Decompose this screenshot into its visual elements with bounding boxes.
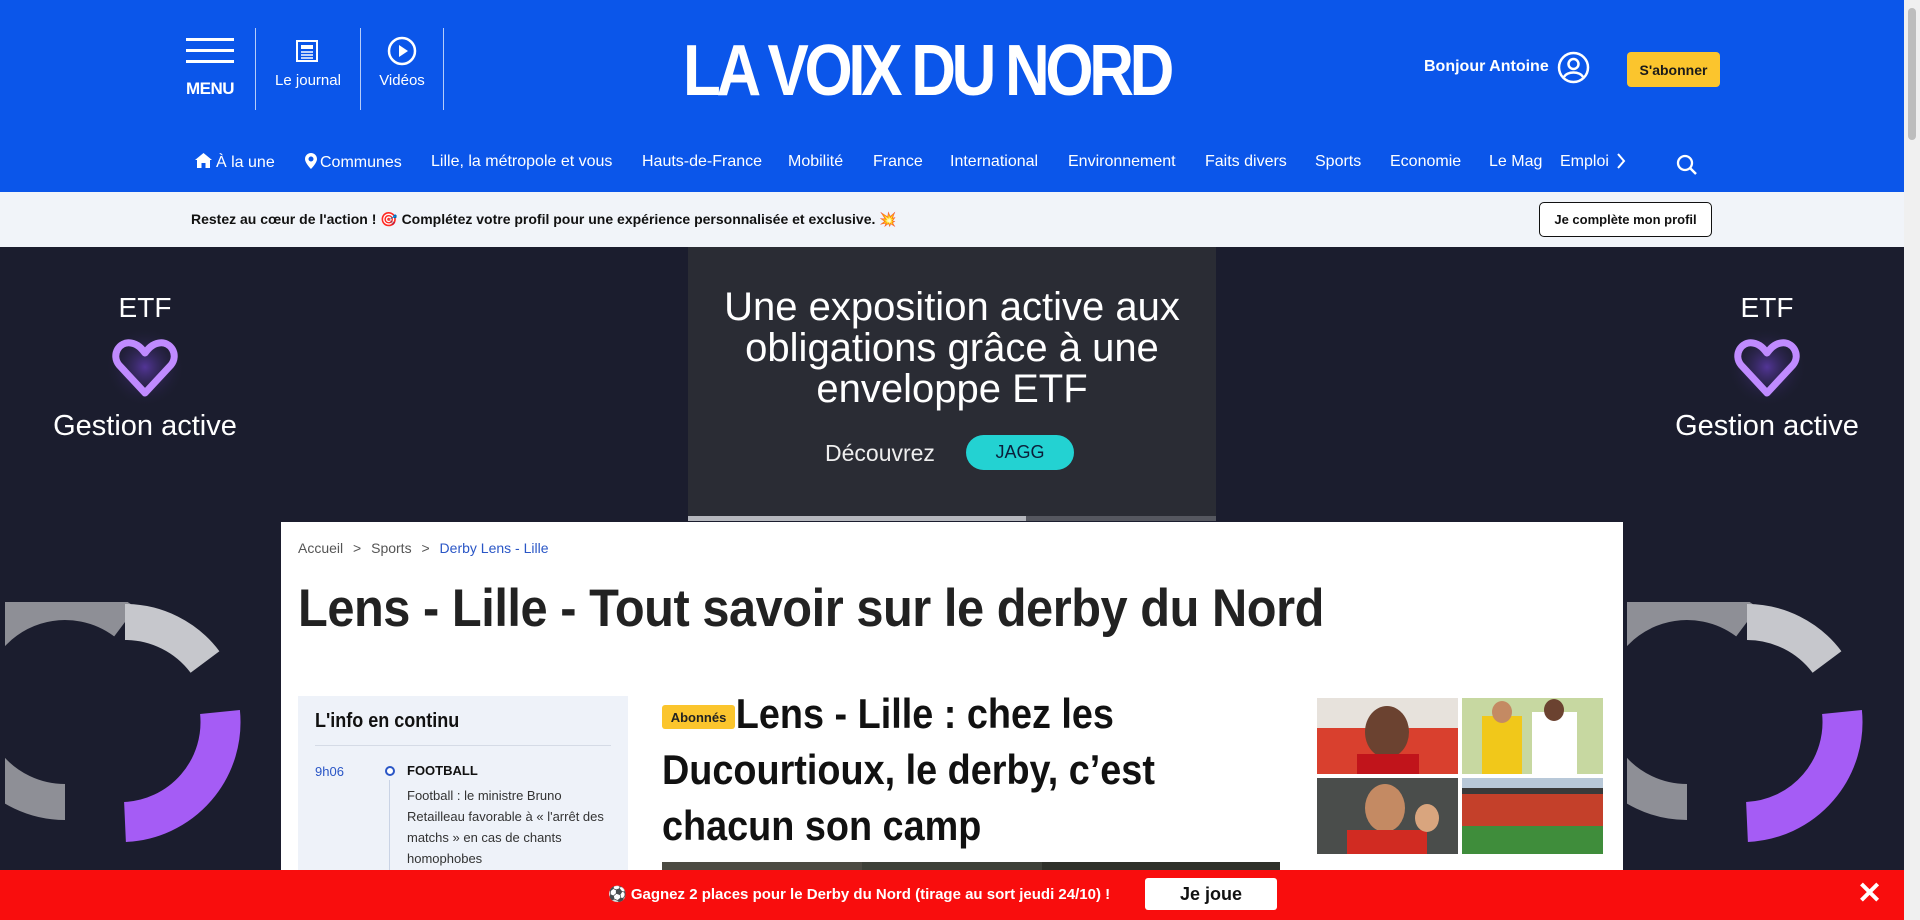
thumbnail-player-smiling[interactable]	[1317, 698, 1458, 774]
nav-item-label: Communes	[320, 154, 402, 171]
ad-banner-headline: Une exposition active aux obligations gr…	[724, 285, 1180, 411]
nav-item-faits-divers[interactable]: Faits divers	[1205, 153, 1287, 171]
close-icon[interactable]: ✕	[1857, 876, 1882, 911]
search-icon[interactable]	[1675, 153, 1699, 177]
nav-item-label: À la une	[216, 154, 275, 171]
hamburger-bar	[186, 60, 234, 63]
breadcrumb-current[interactable]: Derby Lens - Lille	[440, 540, 549, 556]
hamburger-bar	[186, 49, 234, 52]
thumbnail-player-applauding[interactable]	[1317, 778, 1458, 854]
user-account-icon[interactable]	[1557, 51, 1590, 84]
ad-progress-fill	[688, 516, 1026, 521]
ad-etf-label: ETF	[1740, 292, 1794, 323]
news-category: FOOTBALL	[407, 763, 478, 778]
right-ad[interactable]: ETF Gestion active	[1622, 247, 1912, 887]
ad-gestion-label: Gestion active	[53, 410, 237, 442]
nav-item-international[interactable]: International	[950, 153, 1038, 171]
divider	[360, 28, 361, 110]
live-news-title: L'info en continu	[315, 710, 460, 732]
play-button[interactable]: Je joue	[1145, 878, 1277, 910]
divider	[255, 28, 256, 110]
header-top: MENU Le journal Vidéos LA VOIX DU NORD B…	[0, 0, 1904, 135]
menu-button[interactable]: MENU	[186, 38, 236, 98]
ad-banner-cta[interactable]: JAGG	[966, 435, 1074, 470]
breadcrumb: Accueil > Sports > Derby Lens - Lille	[298, 540, 554, 556]
main-content: Accueil > Sports > Derby Lens - Lille Le…	[281, 522, 1623, 920]
scrollbar-thumb[interactable]	[1908, 8, 1916, 140]
ad-gestion-label: Gestion active	[1675, 410, 1859, 442]
page-title: Lens - Lille - Tout savoir sur le derby …	[298, 579, 1324, 638]
nav-scroll-right-icon[interactable]	[1616, 153, 1626, 174]
location-pin-icon	[305, 153, 317, 169]
videos-label: Vidéos	[379, 72, 425, 89]
breadcrumb-home[interactable]: Accueil	[298, 540, 343, 556]
nav-item-economie[interactable]: Economie	[1390, 153, 1461, 171]
site-logo[interactable]: LA VOIX DU NORD	[683, 28, 1174, 114]
nav-item-hauts-de-france[interactable]: Hauts-de-France	[642, 153, 762, 171]
thumbnail-grid	[1317, 698, 1603, 854]
nav-item-mobilite[interactable]: Mobilité	[788, 153, 843, 171]
journal-label: Le journal	[275, 72, 341, 89]
ad-ring-graphic	[5, 602, 241, 842]
nav-item-communes[interactable]: Communes	[305, 153, 402, 172]
nav-item-environnement[interactable]: Environnement	[1068, 153, 1176, 171]
journal-link[interactable]: Le journal	[271, 36, 345, 89]
site-header: MENU Le journal Vidéos LA VOIX DU NORD B…	[0, 0, 1904, 192]
main-nav: À la une Communes Lille, la métropole et…	[0, 135, 1904, 192]
timeline-dot	[385, 766, 395, 776]
ad-ring-graphic	[1627, 602, 1863, 842]
left-ad[interactable]: ETF Gestion active	[0, 247, 290, 887]
nav-item-home[interactable]: À la une	[195, 153, 275, 172]
divider	[315, 745, 611, 746]
ad-banner-discover: Découvrez	[825, 440, 935, 466]
promo-bar: ⚽ Gagnez 2 places pour le Derby du Nord …	[0, 870, 1904, 920]
play-icon	[387, 36, 417, 66]
breadcrumb-separator: >	[353, 540, 362, 556]
nav-item-france[interactable]: France	[873, 153, 923, 171]
nav-item-le-mag[interactable]: Le Mag	[1489, 153, 1542, 171]
hamburger-icon	[186, 38, 234, 41]
ad-etf-label: ETF	[118, 292, 172, 323]
nav-item-sports[interactable]: Sports	[1315, 153, 1361, 171]
heart-icon	[105, 327, 185, 407]
user-greeting[interactable]: Bonjour Antoine	[1424, 58, 1549, 76]
home-icon	[195, 153, 212, 168]
promo-message: ⚽ Gagnez 2 places pour le Derby du Nord …	[608, 886, 1111, 903]
breadcrumb-sports[interactable]: Sports	[371, 540, 411, 556]
profile-strip-text: Restez au cœur de l'action ! 🎯 Complétez…	[191, 211, 897, 227]
heart-icon	[1727, 327, 1807, 407]
ad-banner[interactable]: Une exposition active aux obligations gr…	[688, 247, 1216, 521]
subscribers-badge: Abonnés	[662, 705, 735, 729]
complete-profile-button[interactable]: Je complète mon profil	[1539, 202, 1712, 237]
scrollbar[interactable]	[1904, 0, 1920, 920]
subscribe-button[interactable]: S'abonner	[1627, 52, 1720, 87]
breadcrumb-separator: >	[421, 540, 430, 556]
nav-item-lille[interactable]: Lille, la métropole et vous	[431, 153, 612, 171]
thumbnail-match-action[interactable]	[1462, 698, 1603, 774]
thumbnail-stadium[interactable]	[1462, 778, 1603, 854]
news-time: 9h06	[315, 764, 344, 779]
profile-strip: Restez au cœur de l'action ! 🎯 Complétez…	[0, 192, 1904, 247]
news-item-link[interactable]: Football : le ministre Bruno Retailleau …	[407, 785, 617, 869]
newspaper-icon	[296, 40, 318, 62]
videos-link[interactable]: Vidéos	[373, 36, 431, 89]
nav-item-emploi[interactable]: Emploi	[1560, 153, 1608, 171]
menu-label: MENU	[186, 79, 235, 98]
article-title[interactable]: Lens - Lille : chez les Ducourtioux, le …	[662, 686, 1202, 854]
divider	[443, 28, 444, 110]
